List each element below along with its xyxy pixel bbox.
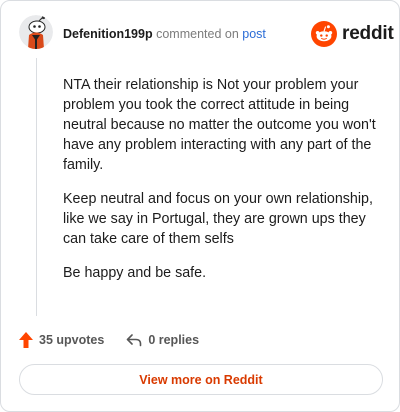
comment-header: Defenition199p commented on post — [63, 26, 266, 42]
upvote-count: 35 upvotes — [39, 333, 105, 347]
view-more-button[interactable]: View more on Reddit — [19, 364, 383, 395]
comment-paragraph: Be happy and be safe. — [63, 265, 207, 281]
commented-on-text: commented on — [156, 27, 239, 41]
username-link[interactable]: Defenition199p — [63, 27, 153, 41]
reddit-brand[interactable]: reddit — [311, 21, 394, 47]
comment-actions: 35 upvotes 0 replies — [19, 332, 199, 348]
user-avatar[interactable] — [19, 15, 53, 49]
post-link[interactable]: post — [242, 27, 266, 41]
comment-thread-line — [36, 58, 37, 316]
comment-body: NTA their relationship is Not your probl… — [63, 75, 383, 297]
upvote-button[interactable]: 35 upvotes — [19, 332, 104, 348]
comment-paragraph: NTA their relationship is Not your probl… — [63, 77, 376, 173]
comment-embed-card: Defenition199p commented on post reddit … — [0, 0, 400, 412]
reply-arrow-icon — [127, 334, 142, 347]
comment-paragraph: Keep neutral and focus on your own relat… — [63, 191, 373, 247]
upvote-arrow-icon — [19, 332, 33, 348]
reddit-avatar-icon — [19, 15, 53, 49]
reply-button[interactable]: 0 replies — [126, 333, 199, 347]
reddit-wordmark: reddit — [342, 23, 394, 44]
reply-count: 0 replies — [148, 333, 200, 347]
reddit-logo-icon — [311, 21, 337, 47]
